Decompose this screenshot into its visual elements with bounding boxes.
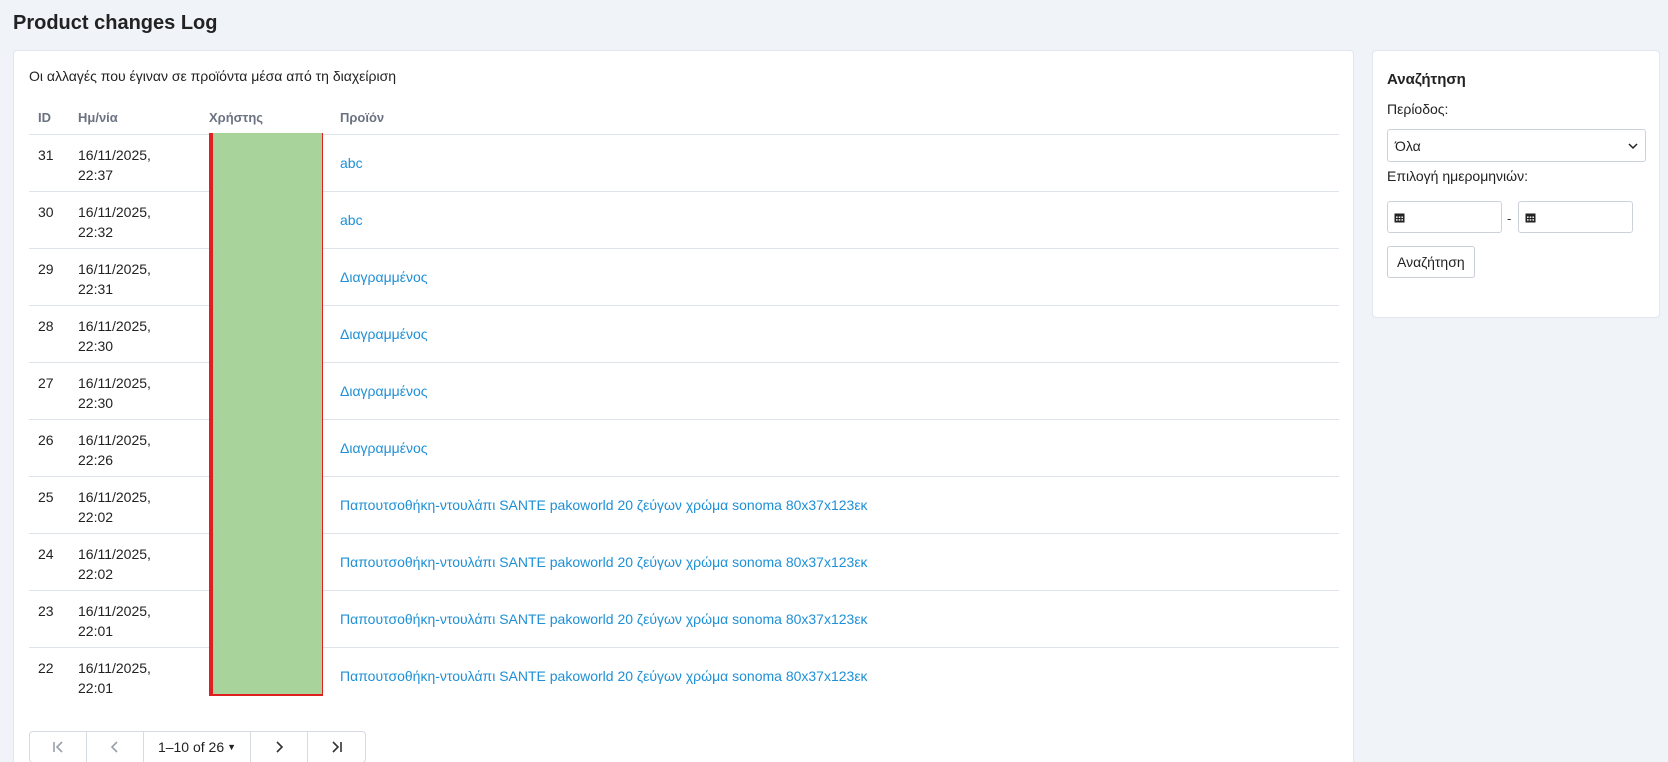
row-date: 16/11/2025,: [78, 545, 151, 562]
row-id: 29: [29, 248, 69, 306]
row-id: 24: [29, 533, 69, 591]
product-link[interactable]: Παπουτσοθήκη-ντουλάπι SANTE pakoworld 20…: [340, 611, 868, 627]
page-title: Product changes Log: [13, 12, 218, 34]
row-datetime: 16/11/2025, 22:32: [69, 191, 200, 249]
row-product: Διαγραμμένος: [331, 305, 1339, 363]
column-header-date[interactable]: Ημ/νία: [69, 101, 200, 135]
column-header-id[interactable]: ID: [29, 101, 69, 135]
row-time: 22:26: [78, 451, 114, 468]
search-button[interactable]: Αναζήτηση: [1387, 246, 1475, 278]
date-to-input[interactable]: [1518, 201, 1633, 233]
row-id: 26: [29, 419, 69, 477]
product-link[interactable]: Διαγραμμένος: [340, 383, 428, 399]
row-product: Παπουτσοθήκη-ντουλάπι SANTE pakoworld 20…: [331, 647, 1339, 704]
row-time: 22:02: [78, 508, 114, 525]
row-product: abc: [331, 191, 1339, 249]
column-header-user[interactable]: Χρήστης: [200, 101, 331, 135]
row-time: 22:30: [78, 337, 114, 354]
row-datetime: 16/11/2025, 22:30: [69, 362, 200, 420]
last-page-button[interactable]: [308, 732, 365, 762]
product-link[interactable]: Διαγραμμένος: [340, 326, 428, 342]
first-page-button[interactable]: [30, 732, 87, 762]
product-link[interactable]: Διαγραμμένος: [340, 269, 428, 285]
row-datetime: 16/11/2025, 22:37: [69, 134, 200, 192]
product-link[interactable]: Διαγραμμένος: [340, 440, 428, 456]
row-datetime: 16/11/2025, 22:02: [69, 476, 200, 534]
page-range-dropdown[interactable]: 1–10 of 26 ▼: [144, 732, 251, 762]
panel-subtitle: Οι αλλαγές που έγιναν σε προϊόντα μέσα α…: [29, 68, 397, 84]
row-id: 22: [38, 659, 54, 676]
row-datetime: 16/11/2025, 22:30: [69, 305, 200, 363]
row-time: 22:01: [78, 622, 114, 639]
row-time: 22:02: [78, 565, 114, 582]
row-date: 16/11/2025,: [78, 659, 151, 676]
date-separator: -: [1507, 211, 1512, 226]
row-product: Διαγραμμένος: [331, 362, 1339, 420]
chevron-right-icon: [276, 741, 284, 753]
row-time: 22:32: [78, 223, 114, 240]
row-date: 16/11/2025,: [78, 146, 151, 163]
row-time: 22:37: [78, 166, 114, 183]
product-link[interactable]: abc: [340, 155, 363, 171]
date-range-label: Επιλογή ημερομηνιών:: [1387, 168, 1528, 184]
changes-log-panel: Οι αλλαγές που έγιναν σε προϊόντα μέσα α…: [13, 50, 1354, 762]
next-page-button[interactable]: [251, 732, 308, 762]
row-product: Παπουτσοθήκη-ντουλάπι SANTE pakoworld 20…: [331, 533, 1339, 591]
chevron-down-icon: [1628, 142, 1638, 149]
row-datetime: 16/11/2025, 22:02: [69, 533, 200, 591]
calendar-icon: [1394, 213, 1405, 222]
row-time: 22:31: [78, 280, 114, 297]
table-header-row: ID Ημ/νία Χρήστης Προϊόν: [29, 101, 1339, 135]
date-from-input[interactable]: [1387, 201, 1502, 233]
row-id: 23: [29, 590, 69, 648]
product-link[interactable]: Παπουτσοθήκη-ντουλάπι SANTE pakoworld 20…: [340, 554, 868, 570]
caret-down-icon: ▼: [227, 742, 237, 752]
row-date: 16/11/2025,: [78, 488, 151, 505]
pagination: 1–10 of 26 ▼: [29, 731, 366, 762]
product-link[interactable]: abc: [340, 212, 363, 228]
search-panel: Αναζήτηση Περίοδος: Όλα Επιλογή ημερομην…: [1372, 50, 1660, 318]
row-date: 16/11/2025,: [78, 317, 151, 334]
row-date: 16/11/2025,: [78, 260, 151, 277]
row-id: 30: [29, 191, 69, 249]
row-product: abc: [331, 134, 1339, 192]
calendar-icon: [1525, 213, 1536, 222]
row-product: Παπουτσοθήκη-ντουλάπι SANTE pakoworld 20…: [331, 476, 1339, 534]
page-range-label: 1–10 of 26: [157, 739, 225, 755]
row-product: Διαγραμμένος: [331, 419, 1339, 477]
row-time: 22:30: [78, 394, 114, 411]
row-product: Παπουτσοθήκη-ντουλάπι SANTE pakoworld 20…: [331, 590, 1339, 648]
period-select[interactable]: Όλα: [1387, 129, 1646, 162]
product-link[interactable]: Παπουτσοθήκη-ντουλάπι SANTE pakoworld 20…: [340, 497, 868, 513]
row-datetime: 16/11/2025, 22:31: [69, 248, 200, 306]
row-date: 16/11/2025,: [78, 374, 151, 391]
row-date: 16/11/2025,: [78, 203, 151, 220]
row-datetime: 16/11/2025, 22:01: [69, 647, 200, 704]
first-page-icon: [53, 741, 63, 753]
last-page-icon: [331, 741, 342, 753]
redacted-user-column: [209, 133, 323, 696]
product-link[interactable]: Παπουτσοθήκη-ντουλάπι SANTE pakoworld 20…: [340, 668, 868, 684]
column-header-product[interactable]: Προϊόν: [331, 101, 1339, 135]
period-label: Περίοδος:: [1387, 101, 1449, 117]
row-time: 22:01: [78, 679, 114, 696]
row-id: 25: [29, 476, 69, 534]
row-id: 28: [29, 305, 69, 363]
row-date: 16/11/2025,: [78, 602, 151, 619]
period-select-value: Όλα: [1395, 137, 1421, 154]
row-datetime: 16/11/2025, 22:01: [69, 590, 200, 648]
row-id: 27: [29, 362, 69, 420]
row-product: Διαγραμμένος: [331, 248, 1339, 306]
search-panel-title: Αναζήτηση: [1387, 71, 1466, 88]
previous-page-button[interactable]: [87, 732, 144, 762]
chevron-left-icon: [110, 741, 118, 753]
row-datetime: 16/11/2025, 22:26: [69, 419, 200, 477]
row-id: 31: [29, 134, 69, 192]
row-date: 16/11/2025,: [78, 431, 151, 448]
